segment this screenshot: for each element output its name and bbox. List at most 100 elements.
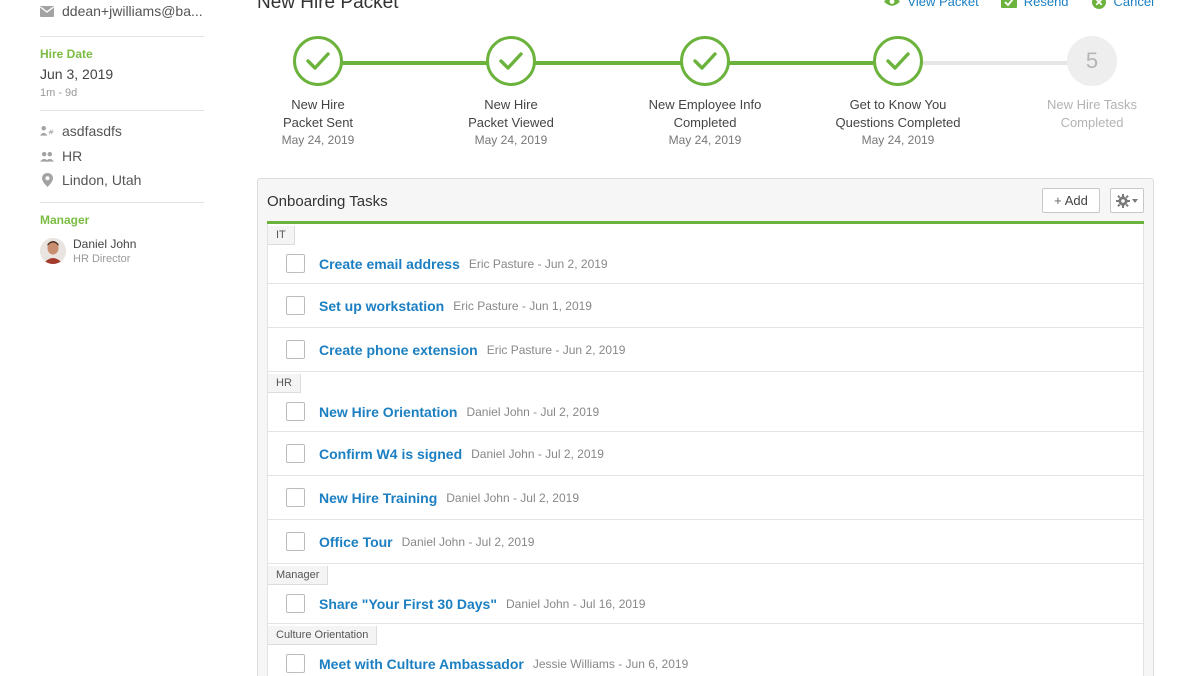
task-list: IT Create email address Eric Pasture - J…	[267, 224, 1144, 676]
category-tag: Culture Orientation	[268, 626, 378, 645]
task-title-link[interactable]: Create email address	[319, 256, 460, 272]
view-packet-link[interactable]: View Packet	[884, 0, 979, 9]
onboarding-tasks-panel: Onboarding Tasks + Add IT Create email a…	[257, 178, 1154, 676]
step-number: 5	[1067, 36, 1117, 86]
task-meta: Daniel John - Jul 2, 2019	[471, 446, 604, 461]
step-date: May 24, 2019	[281, 133, 355, 147]
header-actions: View Packet Resend Cancel	[884, 0, 1154, 9]
step-date: May 24, 2019	[861, 133, 935, 147]
step-date: May 24, 2019	[474, 133, 548, 147]
category-header: Culture Orientation	[268, 624, 1143, 645]
step-label-line2: Completed	[673, 115, 737, 130]
eye-icon	[884, 0, 901, 9]
caret-down-icon	[1132, 198, 1138, 203]
task-checkbox[interactable]	[286, 340, 305, 359]
task-row: Set up workstation Eric Pasture - Jun 1,…	[268, 284, 1143, 328]
step-label-line1: Get to Know You	[849, 97, 947, 112]
step-new-hire-tasks: 5 New Hire Tasks Completed	[1012, 36, 1172, 132]
task-meta: Daniel John - Jul 2, 2019	[466, 404, 600, 419]
step-packet-sent: New Hire Packet Sent May 24, 2019	[238, 36, 398, 149]
step-get-to-know-you: Get to Know You Questions Completed May 2…	[818, 36, 978, 149]
step-label-line2: Completed	[1060, 115, 1124, 130]
email-row[interactable]: ddean+jwilliams@ba...	[40, 3, 204, 19]
step-label-line1: New Hire	[291, 97, 345, 112]
step-label-line2: Packet Sent	[282, 115, 354, 130]
page-title: New Hire Packet	[257, 0, 399, 13]
settings-dropdown-button[interactable]	[1110, 188, 1144, 213]
cancel-link[interactable]: Cancel	[1091, 0, 1154, 9]
category-header: Manager	[268, 564, 1143, 585]
task-checkbox[interactable]	[286, 654, 305, 673]
plus-icon: +	[1054, 193, 1062, 208]
task-checkbox[interactable]	[286, 402, 305, 421]
resend-label: Resend	[1023, 0, 1069, 9]
task-meta: Jessie Williams - Jun 6, 2019	[532, 656, 689, 671]
check-icon	[680, 36, 730, 86]
step-label-line1: New Hire	[484, 97, 538, 112]
task-row: Create email address Eric Pasture - Jun …	[268, 244, 1143, 284]
gear-icon	[1116, 193, 1130, 208]
panel-header: Onboarding Tasks + Add	[258, 179, 1153, 223]
step-label-line2: Questions Completed	[835, 115, 961, 130]
map-pin-icon	[40, 173, 54, 187]
category-tag: IT	[268, 226, 295, 245]
task-title-link[interactable]: Confirm W4 is signed	[319, 446, 462, 462]
task-row: Office Tour Daniel John - Jul 2, 2019	[268, 520, 1143, 564]
task-row: Create phone extension Eric Pasture - Ju…	[268, 328, 1143, 372]
category-header: IT	[268, 224, 1143, 245]
category-tag: Manager	[268, 566, 329, 585]
task-meta: Daniel John - Jul 2, 2019	[446, 490, 579, 505]
task-checkbox[interactable]	[286, 594, 305, 613]
check-icon	[873, 36, 923, 86]
task-title-link[interactable]: New Hire Orientation	[319, 404, 457, 420]
task-checkbox[interactable]	[286, 532, 305, 551]
task-title-link[interactable]: Set up workstation	[319, 298, 444, 314]
task-meta: Eric Pasture - Jun 2, 2019	[468, 256, 608, 271]
panel-title: Onboarding Tasks	[267, 193, 388, 210]
step-label-line1: New Employee Info	[648, 97, 762, 112]
task-title-link[interactable]: Office Tour	[319, 534, 393, 550]
task-row: New Hire Training Daniel John - Jul 2, 2…	[268, 476, 1143, 520]
view-packet-label: View Packet	[907, 0, 979, 9]
step-label-line2: Packet Viewed	[468, 115, 554, 130]
packet-progress-stepper: New Hire Packet Sent May 24, 2019 New Hir…	[0, 36, 1200, 156]
task-title-link[interactable]: Share "Your First 30 Days"	[319, 596, 497, 612]
email-text: ddean+jwilliams@ba...	[62, 3, 203, 19]
task-row: New Hire Orientation Daniel John - Jul 2…	[268, 392, 1143, 432]
task-meta: Eric Pasture - Jun 2, 2019	[486, 342, 626, 357]
mail-check-icon	[1000, 0, 1017, 9]
location: Lindon, Utah	[62, 172, 142, 188]
task-checkbox[interactable]	[286, 444, 305, 463]
step-date: May 24, 2019	[668, 133, 742, 147]
task-meta: Daniel John - Jul 16, 2019	[505, 596, 646, 611]
task-meta: Daniel John - Jul 2, 2019	[401, 534, 535, 549]
task-title-link[interactable]: Create phone extension	[319, 342, 478, 358]
add-button-label: Add	[1064, 193, 1088, 208]
task-checkbox[interactable]	[286, 296, 305, 315]
manager-title: HR Director	[73, 253, 131, 265]
step-packet-viewed: New Hire Packet Viewed May 24, 2019	[431, 36, 591, 149]
task-meta: Eric Pasture - Jun 1, 2019	[453, 298, 592, 313]
step-label-line1: New Hire Tasks	[1046, 97, 1138, 112]
manager-avatar	[40, 238, 66, 264]
location-row: Lindon, Utah	[40, 172, 141, 188]
category-tag: HR	[268, 374, 301, 393]
x-circle-icon	[1091, 0, 1107, 9]
task-checkbox[interactable]	[286, 488, 305, 507]
add-task-button[interactable]: + Add	[1042, 188, 1100, 213]
step-employee-info: New Employee Info Completed May 24, 2019	[625, 36, 785, 149]
task-checkbox[interactable]	[286, 254, 305, 273]
progress-line-complete	[318, 61, 898, 65]
category-header: HR	[268, 372, 1143, 393]
task-title-link[interactable]: New Hire Training	[319, 490, 437, 506]
task-title-link[interactable]: Meet with Culture Ambassador	[319, 656, 524, 672]
check-icon	[486, 36, 536, 86]
check-icon	[293, 36, 343, 86]
manager-name: Daniel John	[73, 237, 137, 251]
cancel-label: Cancel	[1113, 0, 1154, 9]
resend-link[interactable]: Resend	[1000, 0, 1069, 9]
task-row: Share "Your First 30 Days" Daniel John -…	[268, 584, 1143, 624]
manager-label: Manager	[40, 213, 90, 227]
task-row: Confirm W4 is signed Daniel John - Jul 2…	[268, 432, 1143, 476]
manager-card[interactable]: Daniel John HR Director	[40, 236, 136, 266]
